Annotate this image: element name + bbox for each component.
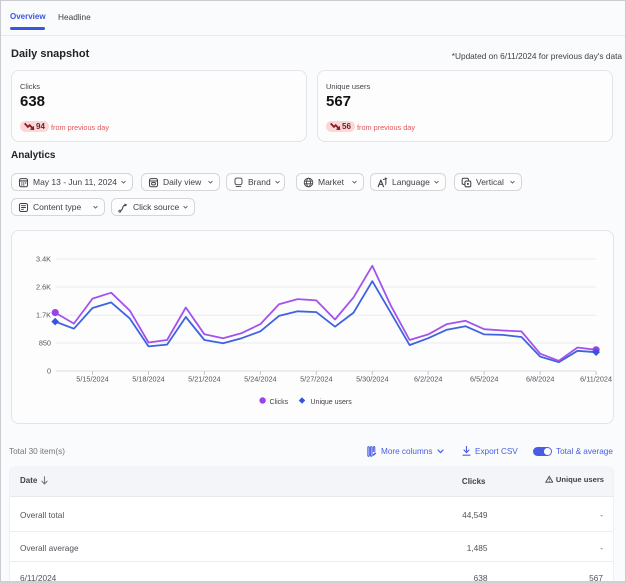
svg-text:6/8/2024: 6/8/2024 (526, 375, 554, 384)
svg-text:2.6K: 2.6K (36, 283, 51, 292)
svg-text:5/15/2024: 5/15/2024 (76, 375, 108, 384)
svg-text:3.4K: 3.4K (36, 255, 51, 264)
svg-text:5/30/2024: 5/30/2024 (356, 375, 388, 384)
svg-text:6/5/2024: 6/5/2024 (470, 375, 498, 384)
svg-text:5/18/2024: 5/18/2024 (132, 375, 164, 384)
svg-text:5/27/2024: 5/27/2024 (300, 375, 332, 384)
svg-text:0: 0 (47, 367, 51, 376)
svg-text:5/21/2024: 5/21/2024 (188, 375, 220, 384)
svg-text:6/2/2024: 6/2/2024 (414, 375, 442, 384)
svg-text:Unique users: Unique users (311, 399, 353, 406)
svg-text:5/24/2024: 5/24/2024 (244, 375, 276, 384)
svg-text:1.7K: 1.7K (36, 311, 51, 320)
svg-text:6/11/2024: 6/11/2024 (580, 375, 612, 384)
svg-text:Clicks: Clicks (270, 399, 289, 406)
svg-text:850: 850 (39, 339, 51, 348)
